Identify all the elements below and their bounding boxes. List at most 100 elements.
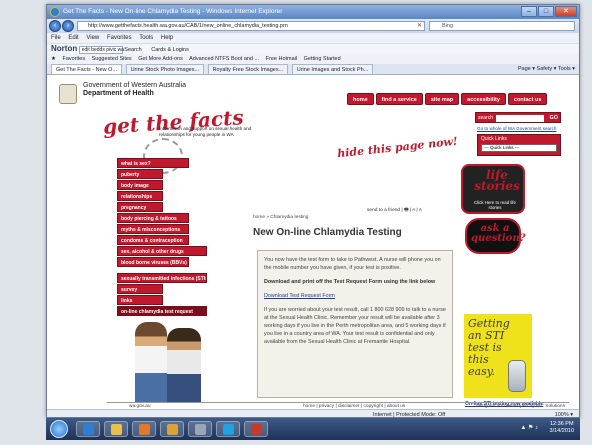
zoom-level[interactable]: 100% ▾	[555, 410, 573, 417]
quick-links-select[interactable]: --- Quick Links ---	[481, 144, 557, 152]
menu-view[interactable]: View	[86, 35, 99, 41]
site-search-input[interactable]	[496, 115, 544, 122]
nav-accessibility[interactable]: accessibility	[461, 93, 506, 105]
taskbar-app-icon[interactable]	[244, 421, 268, 437]
life-stories-caption: Click Here to read life stories	[474, 200, 516, 210]
tab-get-the-facts[interactable]: Get The Facts - New O...	[51, 64, 123, 74]
title-bar: Get The Facts - New On-line Chlamydia Te…	[47, 5, 579, 19]
menu-edit[interactable]: Edit	[68, 35, 78, 41]
leftnav-pregnancy[interactable]: pregnancy	[117, 202, 163, 212]
site-search-go-button[interactable]: GO	[549, 113, 558, 124]
leftnav-survey[interactable]: survey	[117, 284, 163, 294]
forward-button[interactable]: ›	[62, 20, 74, 32]
site-search: search GO	[475, 112, 561, 123]
system-tray-icons[interactable]: ▲ ⚑ ♪	[520, 424, 538, 431]
nav-site-map[interactable]: site map	[424, 93, 460, 105]
download-form-link[interactable]: Download Test Request Form	[264, 292, 446, 300]
leftnav-links[interactable]: links	[117, 295, 163, 305]
clock-time: 12:36 PM	[549, 421, 574, 427]
site-tagline: Information and support on sexual health…	[159, 126, 252, 137]
ask-question-banner[interactable]: ask a question?	[465, 218, 526, 254]
taskbar-folder-icon[interactable]	[104, 421, 128, 437]
leftnav-condoms[interactable]: condoms & contraception	[117, 235, 189, 245]
search-box[interactable]: Bing	[429, 21, 575, 31]
clock[interactable]: 12:36 PM 3/14/2010	[550, 421, 574, 435]
leftnav-stis[interactable]: sexually transmitted infections (STIs)	[117, 273, 207, 283]
status-bar: Internet | Protected Mode: Off 100% ▾	[47, 409, 579, 417]
content-box: You now have the test form to take to Pa…	[257, 250, 453, 398]
sti-test-banner[interactable]: Getting an STI test is this easy.	[464, 314, 532, 398]
tab-urine-images[interactable]: Urine Images and Stock Ph...	[291, 64, 374, 74]
ask-question-title: ask a question?	[471, 223, 526, 244]
leftnav-what-is-sex[interactable]: what is sex?	[117, 158, 189, 168]
whole-wa-search-link[interactable]: Go to whole of WA Government search	[477, 126, 557, 131]
leftnav-bbvs[interactable]: blood borne viruses (BBVs)	[117, 257, 189, 267]
site-search-label: search	[478, 115, 494, 121]
government-title: Government of Western Australia Departme…	[83, 82, 186, 98]
breadcrumb[interactable]: home » Chlamydia testing	[253, 215, 308, 220]
life-stories-banner[interactable]: life stories Click Here to read life sto…	[461, 164, 525, 214]
person-photo	[135, 322, 167, 402]
favorites-star-icon[interactable]: ★	[51, 56, 56, 62]
page-title: New On-line Chlamydia Testing	[253, 227, 402, 238]
menu-tools[interactable]: Tools	[139, 35, 153, 41]
taskbar: ▲ ⚑ ♪ 12:36 PM 3/14/2010	[46, 418, 580, 440]
web-page: Government of Western Australia Departme…	[47, 76, 579, 409]
favorites-label[interactable]: Favorites	[62, 56, 85, 62]
search-placeholder: Bing	[442, 23, 454, 29]
menu-file[interactable]: File	[51, 35, 61, 41]
fav-item[interactable]: Free Hotmail	[266, 56, 297, 62]
left-navigation: what is sex? puberty body image relation…	[117, 158, 207, 317]
site-header: Government of Western Australia Departme…	[57, 76, 569, 174]
maximize-button[interactable]: □	[538, 6, 554, 17]
fav-item[interactable]: Suggested Sites	[92, 56, 132, 62]
ie-icon	[50, 7, 60, 17]
taskbar-skype-icon[interactable]	[216, 421, 240, 437]
menu-favorites[interactable]: Favorites	[107, 35, 132, 41]
test-tube-icon	[508, 360, 526, 392]
taskbar-media-icon[interactable]	[132, 421, 156, 437]
norton-field[interactable]: edit bedds pivic wa	[78, 45, 124, 54]
leftnav-myths[interactable]: myths & misconceptions	[117, 224, 189, 234]
tab-urine-stock[interactable]: Urine Stock Photo Images...	[125, 64, 205, 74]
start-button[interactable]	[50, 420, 68, 438]
norton-toolbar: Norton edit bedds pivic wa Search Cards …	[47, 43, 579, 54]
leftnav-sex-alcohol[interactable]: sex, alcohol & other drugs	[117, 246, 207, 256]
taskbar-ie-icon[interactable]	[76, 421, 100, 437]
tab-royalty-free[interactable]: Royalty Free Stock Images...	[207, 64, 289, 74]
cards-logins-button[interactable]: Cards & Logins	[151, 47, 189, 53]
paragraph: You now have the test form to take to Pa…	[264, 257, 441, 271]
nav-home[interactable]: home	[347, 93, 374, 105]
norton-search-button[interactable]: Search	[124, 47, 141, 53]
desktop-background: Get The Facts - New On-line Chlamydia Te…	[0, 0, 592, 445]
hide-page-button[interactable]: hide this page now!	[337, 135, 459, 161]
top-navigation: home find a service site map accessibili…	[347, 93, 548, 105]
fav-item[interactable]: Getting Started	[304, 56, 341, 62]
site-footer: wa.gov.au home | privacy | disclaimer | …	[107, 402, 569, 409]
norton-brand: Norton	[51, 44, 78, 53]
command-bar[interactable]: Page ▾ Safety ▾ Tools ▾	[518, 64, 575, 74]
nav-contact-us[interactable]: contact us	[507, 93, 548, 105]
stop-icon[interactable]: ✕	[417, 22, 422, 30]
taskbar-app-icon[interactable]	[160, 421, 184, 437]
menu-help[interactable]: Help	[161, 35, 173, 41]
minimize-button[interactable]: –	[521, 6, 537, 17]
window-title: Get The Facts - New On-line Chlamydia Te…	[63, 8, 283, 15]
fav-item[interactable]: Advanced NTFS Boot and ...	[189, 56, 259, 62]
leftnav-relationships[interactable]: relationships	[117, 191, 163, 201]
leftnav-body-piercing[interactable]: body piercing & tattoos	[117, 213, 189, 223]
menu-bar: File Edit View Favorites Tools Help	[47, 33, 579, 43]
close-button[interactable]: ✕	[555, 6, 577, 17]
favorites-bar: ★ Favorites Suggested Sites Get More Add…	[47, 54, 579, 64]
taskbar-app-icon[interactable]	[188, 421, 212, 437]
quick-links-title: Quick Links	[481, 136, 507, 142]
send-to-friend-tools[interactable]: send to a friend | 🖶 | A | A	[367, 207, 422, 215]
leftnav-puberty[interactable]: puberty	[117, 169, 163, 179]
address-bar[interactable]: http://www.getthefacts.health.wa.gov.au/…	[77, 21, 425, 31]
fav-item[interactable]: Get More Add-ons	[138, 56, 183, 62]
nav-find-a-service[interactable]: find a service	[375, 93, 423, 105]
leftnav-body-image[interactable]: body image	[117, 180, 163, 190]
leftnav-online-chlamydia[interactable]: on-line chlamydia test request	[117, 306, 207, 316]
life-stories-title: life stories	[474, 168, 520, 193]
back-button[interactable]: ‹	[49, 20, 61, 32]
